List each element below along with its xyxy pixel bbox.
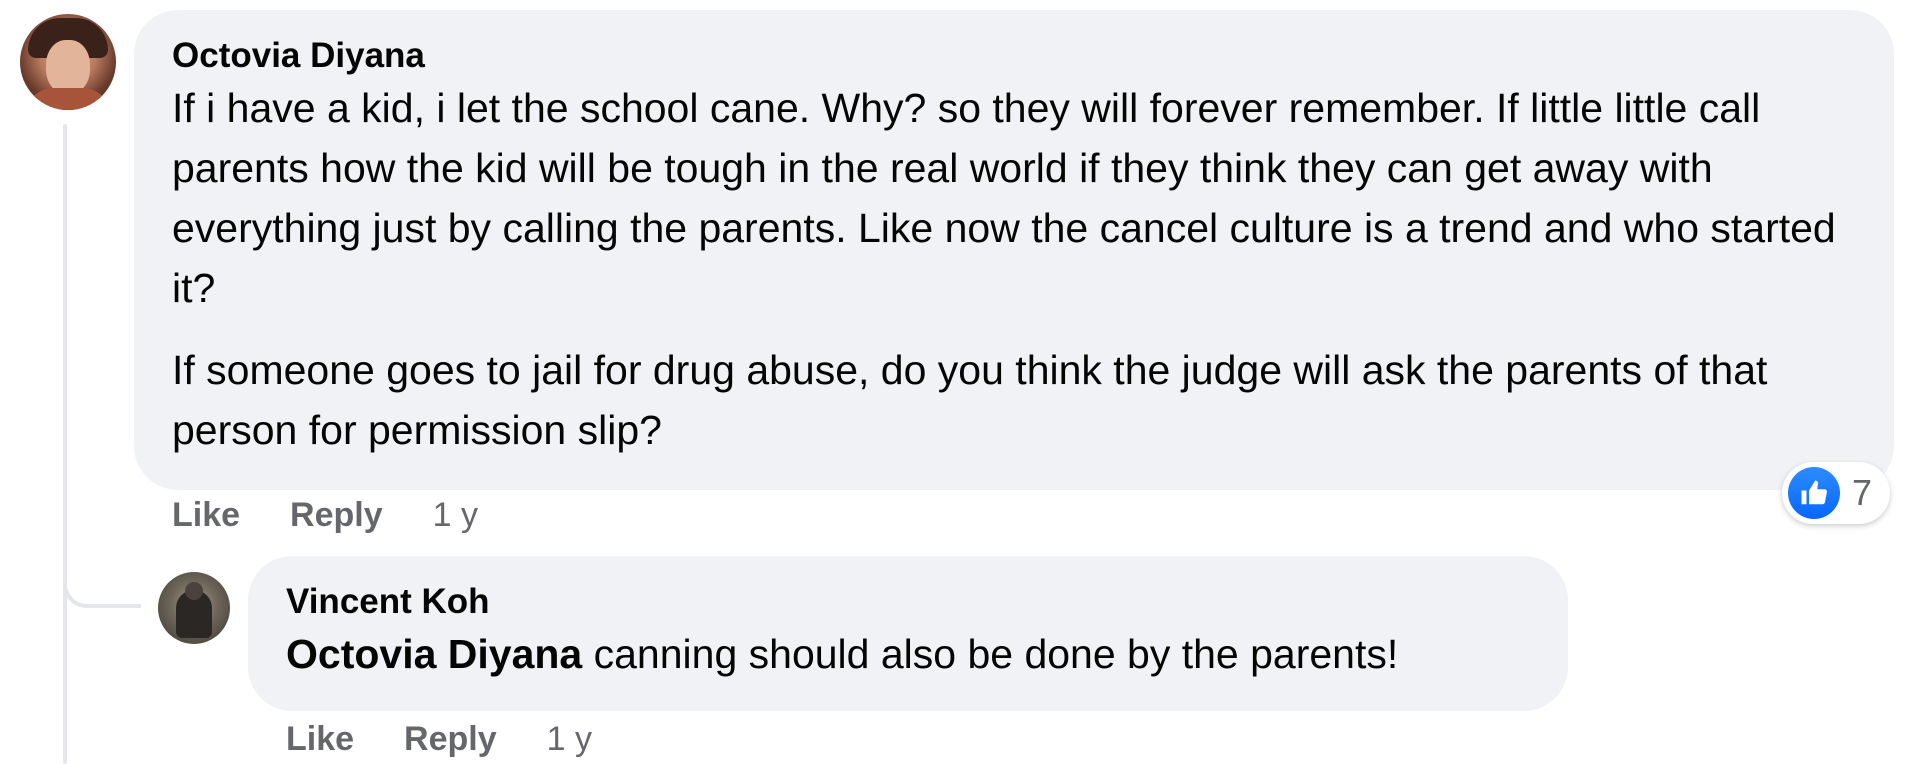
comment-author[interactable]: Octovia Diyana [172,34,1858,78]
reply-avatar[interactable] [158,572,230,644]
avatar[interactable] [20,14,116,110]
timestamp[interactable]: 1 y [433,496,478,535]
thumbs-up-icon [1788,467,1840,519]
like-button[interactable]: Like [172,496,240,535]
reaction-count: 7 [1852,472,1873,513]
reply-actions: Like Reply 1 y [286,720,592,759]
reply-bubble: Vincent Koh Octovia Diyana canning shoul… [248,556,1568,711]
reply-text: Octovia Diyana canning should also be do… [286,624,1532,684]
comment-bubble: Octovia Diyana If i have a kid, i let th… [134,10,1894,490]
reply-button[interactable]: Reply [290,496,383,535]
reply-button[interactable]: Reply [404,720,497,759]
reaction-summary[interactable]: 7 [1782,462,1890,524]
comment-actions: Like Reply 1 y [172,496,478,535]
reply-author[interactable]: Vincent Koh [286,580,1532,624]
timestamp[interactable]: 1 y [547,720,592,759]
like-button[interactable]: Like [286,720,354,759]
reply-body: canning should also be done by the paren… [582,631,1399,677]
thread-line [63,124,67,764]
mention-link[interactable]: Octovia Diyana [286,631,582,677]
comment-paragraph: If someone goes to jail for drug abuse, … [172,347,1768,453]
comment-paragraph: If i have a kid, i let the school cane. … [172,85,1836,311]
reply-connector [63,540,141,608]
